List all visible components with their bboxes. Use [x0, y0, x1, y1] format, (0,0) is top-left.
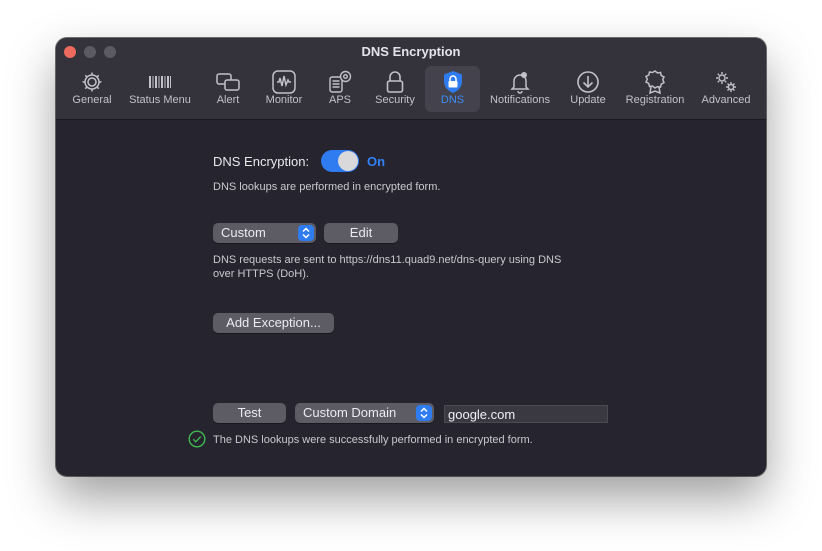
shield-lock-icon — [440, 69, 466, 95]
monitor-icon — [271, 69, 297, 95]
menubar-icon — [147, 69, 173, 95]
requests-description-line1: DNS requests are sent to https://dns11.q… — [213, 254, 562, 266]
badge-icon — [642, 69, 668, 95]
bell-icon — [507, 69, 533, 95]
tab-dns-label: DNS — [440, 94, 465, 106]
download-circle-icon — [575, 69, 601, 95]
tab-general-label: General — [72, 94, 112, 106]
tab-update-label: Update — [570, 94, 606, 106]
popup-arrows-icon — [298, 225, 314, 241]
tab-update[interactable]: Update — [563, 66, 613, 112]
tab-alert-label: Alert — [216, 94, 240, 106]
dns-settings-panel: DNS Encryption: On DNS lookups are perfo… — [56, 120, 766, 476]
add-exception-button[interactable]: Add Exception... — [213, 313, 334, 333]
titlebar: DNS Encryption General Status Menu Alert… — [56, 38, 766, 120]
tab-general[interactable]: General — [66, 66, 118, 112]
alert-windows-icon — [215, 69, 241, 95]
success-check-icon — [188, 430, 206, 448]
test-button[interactable]: Test — [213, 403, 286, 423]
tab-notifications-label: Notifications — [490, 94, 550, 106]
test-domain-input[interactable]: google.com — [444, 405, 608, 423]
test-type-popup[interactable]: Custom Domain — [295, 403, 434, 423]
tab-notifications[interactable]: Notifications — [484, 66, 556, 112]
tab-alert[interactable]: Alert — [203, 66, 253, 112]
tab-security[interactable]: Security — [369, 66, 421, 112]
tab-aps[interactable]: APS — [318, 66, 362, 112]
gear-icon — [79, 69, 105, 95]
tab-security-label: Security — [375, 94, 415, 106]
gears-icon — [713, 69, 739, 95]
aps-icon — [327, 69, 353, 95]
tab-status-menu-label: Status Menu — [129, 94, 191, 106]
toggle-knob — [338, 151, 358, 171]
tab-monitor-label: Monitor — [265, 94, 303, 106]
dns-encryption-label: DNS Encryption: — [213, 154, 310, 169]
edit-button[interactable]: Edit — [324, 223, 398, 243]
tab-advanced-label: Advanced — [701, 94, 751, 106]
lock-icon — [382, 69, 408, 95]
preferences-window: DNS Encryption General Status Menu Alert… — [56, 38, 766, 476]
tab-registration-label: Registration — [625, 94, 685, 106]
tab-advanced[interactable]: Advanced — [696, 66, 756, 112]
tab-registration[interactable]: Registration — [620, 66, 690, 112]
encryption-description: DNS lookups are performed in encrypted f… — [213, 181, 441, 193]
dns-provider-popup[interactable]: Custom — [213, 223, 316, 243]
dns-encryption-toggle[interactable] — [321, 150, 359, 172]
tab-dns[interactable]: DNS — [425, 66, 480, 112]
test-result-message: The DNS lookups were successfully perfor… — [213, 434, 533, 446]
tab-monitor[interactable]: Monitor — [257, 66, 311, 112]
tab-aps-label: APS — [328, 94, 351, 106]
tab-status-menu[interactable]: Status Menu — [122, 66, 198, 112]
requests-description-line2: over HTTPS (DoH). — [213, 268, 309, 280]
test-type-value: Custom Domain — [303, 405, 397, 420]
popup-arrows-icon — [416, 405, 432, 421]
window-title: DNS Encryption — [361, 44, 461, 59]
toggle-state-label: On — [367, 154, 386, 169]
dns-provider-value: Custom — [221, 225, 266, 240]
